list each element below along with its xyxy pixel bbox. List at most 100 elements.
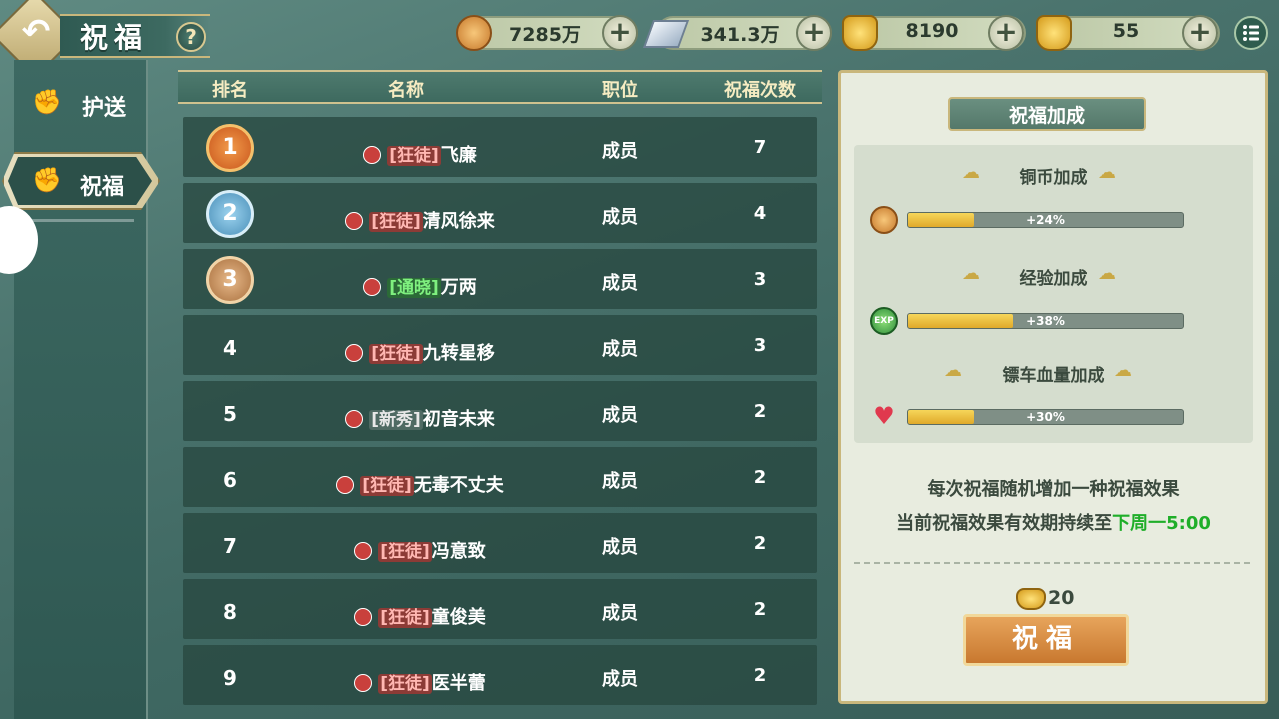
bless-count: 7 [753, 137, 767, 158]
class-icon [336, 476, 355, 494]
menu-list-icon[interactable] [1234, 16, 1268, 50]
header-count: 祝福次数 [724, 80, 796, 101]
class-icon [354, 608, 373, 626]
bless-count: 3 [753, 269, 767, 290]
rank-number: 5 [223, 402, 237, 426]
member-tag: [狂徒] [360, 476, 414, 496]
member-name-text: 无毒不丈夫 [413, 475, 504, 496]
bonus-value-copper: +24% [1026, 213, 1065, 227]
back-arrow-icon[interactable]: ↶ [14, 10, 58, 54]
bless-expire-time: 下周一5:00 [1112, 513, 1211, 534]
bonus-title-exp: 经验加成 [1019, 269, 1088, 289]
resource-goldbag-value: 8190 [905, 20, 959, 42]
rank-number: 7 [223, 534, 237, 558]
bonus-title-copper: 铜币加成 [1019, 168, 1088, 188]
bless-count: 2 [753, 665, 767, 686]
coin-icon [456, 15, 492, 51]
rank-number: 4 [223, 336, 237, 360]
fist-icon: ✊ [32, 88, 62, 116]
member-tag: [狂徒] [369, 344, 423, 364]
page-title: 祝福 [80, 21, 149, 54]
divider [854, 562, 1253, 564]
bonus-box [854, 145, 1253, 443]
add-silver-button[interactable]: + [796, 15, 832, 51]
member-name: [通晓] 万两 [300, 273, 540, 299]
member-position: 成员 [602, 207, 638, 228]
member-name-text: 九转星移 [422, 343, 495, 364]
member-name-text: 清风徐来 [422, 211, 495, 232]
member-tag: [狂徒] [378, 542, 432, 562]
class-icon [363, 278, 382, 296]
fist-icon: ✊ [32, 166, 62, 194]
member-name: [狂徒] 清风徐来 [300, 207, 540, 233]
add-gold-button[interactable]: + [1182, 15, 1218, 51]
member-tag: [新秀] [369, 410, 423, 430]
member-tag: [狂徒] [378, 674, 432, 694]
bonus-value-exp: +38% [1026, 314, 1065, 328]
member-name-text: 童俊美 [431, 607, 486, 628]
member-position: 成员 [602, 273, 638, 294]
member-position: 成员 [602, 603, 638, 624]
member-name: [狂徒] 无毒不丈夫 [290, 471, 550, 497]
bless-count: 2 [753, 467, 767, 488]
class-icon [354, 542, 373, 560]
member-position: 成员 [602, 471, 638, 492]
bless-count: 3 [753, 335, 767, 356]
member-name: [狂徒] 飞廉 [300, 141, 540, 167]
bonus-title-cart-hp: 镖车血量加成 [1002, 366, 1105, 386]
header-name: 名称 [388, 80, 424, 101]
rank-medal-bronze: 3 [206, 256, 254, 304]
sidebar-divider [30, 219, 134, 222]
resource-silver-value: 341.3万 [700, 24, 780, 46]
panel-title: 祝福加成 [1008, 105, 1085, 127]
class-icon [345, 212, 364, 230]
gold-ingot-icon [1016, 588, 1046, 610]
bonus-value-cart-hp: +30% [1026, 410, 1065, 424]
member-tag: [通晓] [387, 278, 441, 298]
bless-count: 2 [753, 401, 767, 422]
sidebar-item-label: 护送 [82, 96, 127, 121]
member-tag: [狂徒] [369, 212, 423, 232]
bless-count: 4 [753, 203, 767, 224]
bless-count: 2 [753, 533, 767, 554]
bless-note-1: 每次祝福随机增加一种祝福效果 [927, 479, 1180, 500]
member-name-text: 医半蕾 [431, 673, 486, 694]
gold-ingot-icon [1036, 15, 1072, 51]
question-icon[interactable]: ? [176, 22, 206, 52]
member-position: 成员 [602, 405, 638, 426]
rank-number: 8 [223, 600, 237, 624]
member-name: [狂徒] 冯意致 [300, 537, 540, 563]
member-position: 成员 [602, 537, 638, 558]
member-name-text: 初音未来 [422, 409, 495, 430]
add-goldbag-button[interactable]: + [988, 15, 1024, 51]
header-rank: 排名 [212, 80, 248, 101]
bless-note-2-text: 当前祝福效果有效期持续至 [896, 513, 1113, 534]
bless-button[interactable]: 祝福 [963, 614, 1129, 666]
member-tag: [狂徒] [387, 146, 441, 166]
header-position: 职位 [602, 80, 638, 101]
rank-number: 6 [223, 468, 237, 492]
bless-cost: 20 [1048, 587, 1075, 609]
member-name-text: 万两 [440, 277, 477, 298]
member-name-text: 冯意致 [431, 541, 486, 562]
exp-icon: EXP [870, 307, 898, 335]
member-name: [狂徒] 童俊美 [300, 603, 540, 629]
resource-gold-value: 55 [1112, 20, 1140, 42]
resource-copper-value: 7285万 [509, 24, 581, 46]
member-name-text: 飞廉 [440, 145, 477, 166]
member-name: [新秀] 初音未来 [300, 405, 540, 431]
class-icon [354, 674, 373, 692]
class-icon [363, 146, 382, 164]
gold-ingot-icon [842, 15, 878, 51]
sidebar-item-label: 祝福 [80, 175, 125, 200]
member-position: 成员 [602, 339, 638, 360]
member-name: [狂徒] 医半蕾 [300, 669, 540, 695]
coin-icon [870, 206, 898, 234]
class-icon [345, 410, 364, 428]
heart-icon: ♥ [873, 402, 895, 430]
class-icon [345, 344, 364, 362]
add-copper-button[interactable]: + [602, 15, 638, 51]
member-name: [狂徒] 九转星移 [300, 339, 540, 365]
bless-count: 2 [753, 599, 767, 620]
member-tag: [狂徒] [378, 608, 432, 628]
